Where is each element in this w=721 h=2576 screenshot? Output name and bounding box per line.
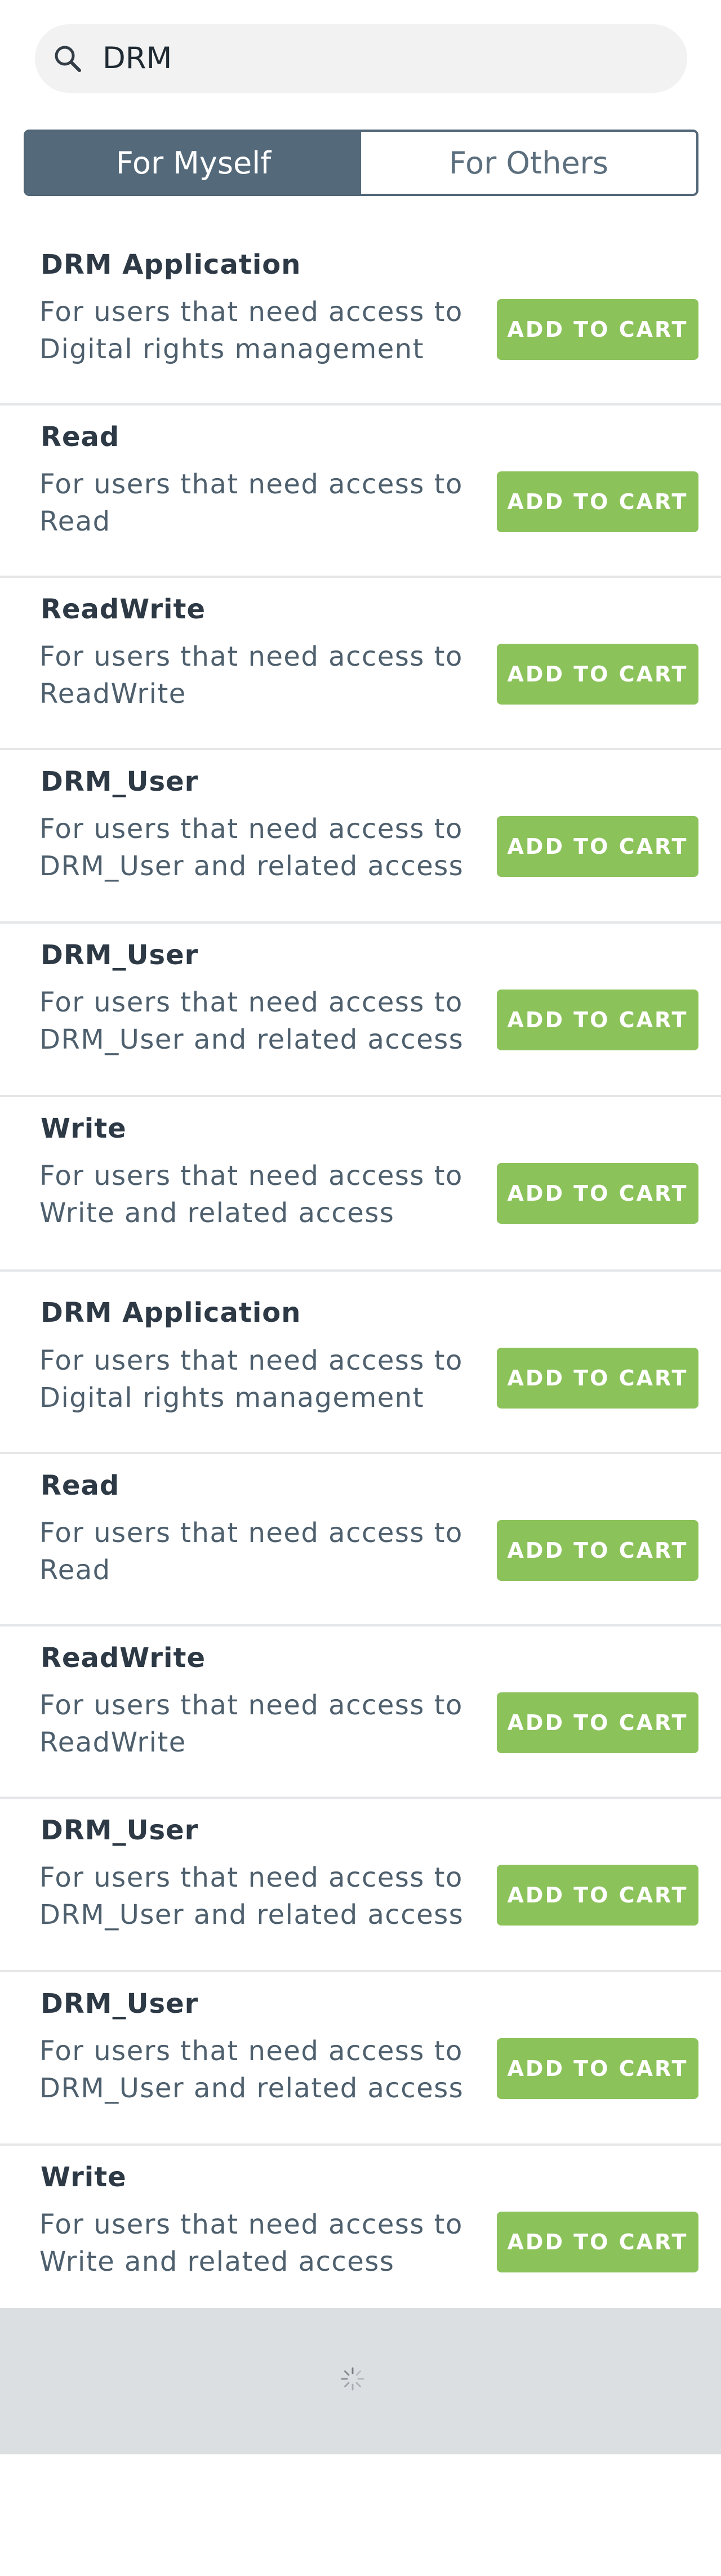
- list-item: Read For users that need access to Read ADD…: [0, 1454, 721, 1626]
- list-item: ReadWrite For users that need access to Re…: [0, 578, 721, 750]
- list-item: ReadWrite For users that need access to Re…: [0, 1626, 721, 1799]
- item-description-line: Read: [39, 506, 111, 537]
- item-description-line: For users that need access to: [39, 296, 463, 328]
- item-description-line: Digital rights management: [39, 333, 425, 365]
- results-list: DRM Application For users that need acces…: [0, 233, 721, 2320]
- search-icon: [55, 46, 81, 72]
- item-title: Read: [41, 1470, 120, 1501]
- add-to-cart-button[interactable]: ADD TO CART: [497, 816, 698, 877]
- item-description-line: DRM_User and related access: [39, 1024, 464, 1055]
- item-title: DRM_User: [41, 766, 199, 797]
- list-item: DRM_User For users that need access to DRM…: [0, 750, 721, 924]
- item-description: For users that need access to ReadWrite: [39, 1687, 468, 1761]
- item-title: Write: [41, 1113, 127, 1144]
- item-description-line: For users that need access to: [39, 1345, 463, 1376]
- item-description-line: DRM_User and related access: [39, 2073, 464, 2104]
- item-description-line: DRM_User and related access: [39, 850, 464, 882]
- item-description-line: For users that need access to: [39, 1160, 463, 1192]
- item-description: For users that need access to DRM_User an…: [39, 2033, 468, 2107]
- add-to-cart-button[interactable]: ADD TO CART: [497, 1163, 698, 1224]
- item-description-line: DRM_User and related access: [39, 1899, 464, 1931]
- add-to-cart-button[interactable]: ADD TO CART: [497, 2038, 698, 2099]
- add-to-cart-button[interactable]: ADD TO CART: [497, 1348, 698, 1409]
- item-description-line: ReadWrite: [39, 678, 186, 710]
- item-description: For users that need access to DRM_User an…: [39, 984, 468, 1058]
- add-to-cart-button[interactable]: ADD TO CART: [497, 1520, 698, 1581]
- item-description: For users that need access to DRM_User an…: [39, 1859, 468, 1933]
- item-description-line: ReadWrite: [39, 1727, 186, 1758]
- list-item: DRM Application For users that need acces…: [0, 1272, 721, 1454]
- add-to-cart-button[interactable]: ADD TO CART: [497, 299, 698, 360]
- search-bar[interactable]: DRM: [35, 24, 687, 93]
- item-description: For users that need access to Read: [39, 1514, 468, 1589]
- item-title: Write: [41, 2161, 127, 2193]
- item-description-line: For users that need access to: [39, 987, 463, 1018]
- item-description-line: Read: [39, 1554, 111, 1586]
- item-description: For users that need access to Read: [39, 466, 468, 540]
- item-description-line: For users that need access to: [39, 469, 463, 500]
- add-to-cart-button[interactable]: ADD TO CART: [497, 471, 698, 532]
- item-title: ReadWrite: [41, 1642, 206, 1674]
- item-description-line: For users that need access to: [39, 1517, 463, 1549]
- item-description-line: Digital rights management: [39, 1382, 425, 1414]
- item-description-line: For users that need access to: [39, 641, 463, 672]
- audience-toggle: For Myself For Others: [24, 130, 698, 196]
- item-title: DRM_User: [41, 939, 199, 971]
- add-to-cart-button[interactable]: ADD TO CART: [497, 990, 698, 1050]
- item-title: DRM Application: [41, 249, 301, 280]
- add-to-cart-button[interactable]: ADD TO CART: [497, 2212, 698, 2272]
- item-description-line: For users that need access to: [39, 813, 463, 845]
- item-title: DRM_User: [41, 1815, 199, 1846]
- list-item: Write For users that need access to Write …: [0, 2146, 721, 2320]
- search-input[interactable]: DRM: [103, 24, 172, 93]
- list-item: DRM_User For users that need access to DRM…: [0, 924, 721, 1097]
- add-to-cart-button[interactable]: ADD TO CART: [497, 1692, 698, 1753]
- item-description: For users that need access to Write and r…: [39, 2206, 468, 2280]
- item-description-line: For users that need access to: [39, 2035, 463, 2067]
- item-description: For users that need access to ReadWrite: [39, 638, 468, 712]
- loading-panel: [0, 2308, 721, 2454]
- add-to-cart-button[interactable]: ADD TO CART: [497, 1865, 698, 1926]
- item-description: For users that need access to Digital rig…: [39, 293, 468, 368]
- item-description-line: For users that need access to: [39, 1690, 463, 1721]
- item-title: Read: [41, 421, 120, 453]
- item-description-line: Write and related access: [39, 2246, 395, 2278]
- item-title: DRM_User: [41, 1988, 199, 2020]
- item-title: ReadWrite: [41, 594, 206, 625]
- list-item: Read For users that need access to Read ADD…: [0, 405, 721, 578]
- item-description: For users that need access to Write and r…: [39, 1157, 468, 1232]
- spinner-icon: [341, 2367, 364, 2391]
- item-description: For users that need access to Digital rig…: [39, 1342, 468, 1416]
- toggle-for-others[interactable]: For Others: [361, 132, 696, 194]
- item-description-line: For users that need access to: [39, 2209, 463, 2240]
- item-description-line: For users that need access to: [39, 1862, 463, 1893]
- item-description-line: Write and related access: [39, 1197, 395, 1229]
- item-description: For users that need access to DRM_User an…: [39, 810, 468, 885]
- list-item: Write For users that need access to Write …: [0, 1097, 721, 1272]
- item-title: DRM Application: [41, 1297, 301, 1329]
- list-item: DRM_User For users that need access to DRM…: [0, 1799, 721, 1972]
- add-to-cart-button[interactable]: ADD TO CART: [497, 644, 698, 705]
- list-item: DRM_User For users that need access to DRM…: [0, 1972, 721, 2146]
- list-item: DRM Application For users that need acces…: [0, 233, 721, 405]
- toggle-for-myself[interactable]: For Myself: [26, 132, 361, 194]
